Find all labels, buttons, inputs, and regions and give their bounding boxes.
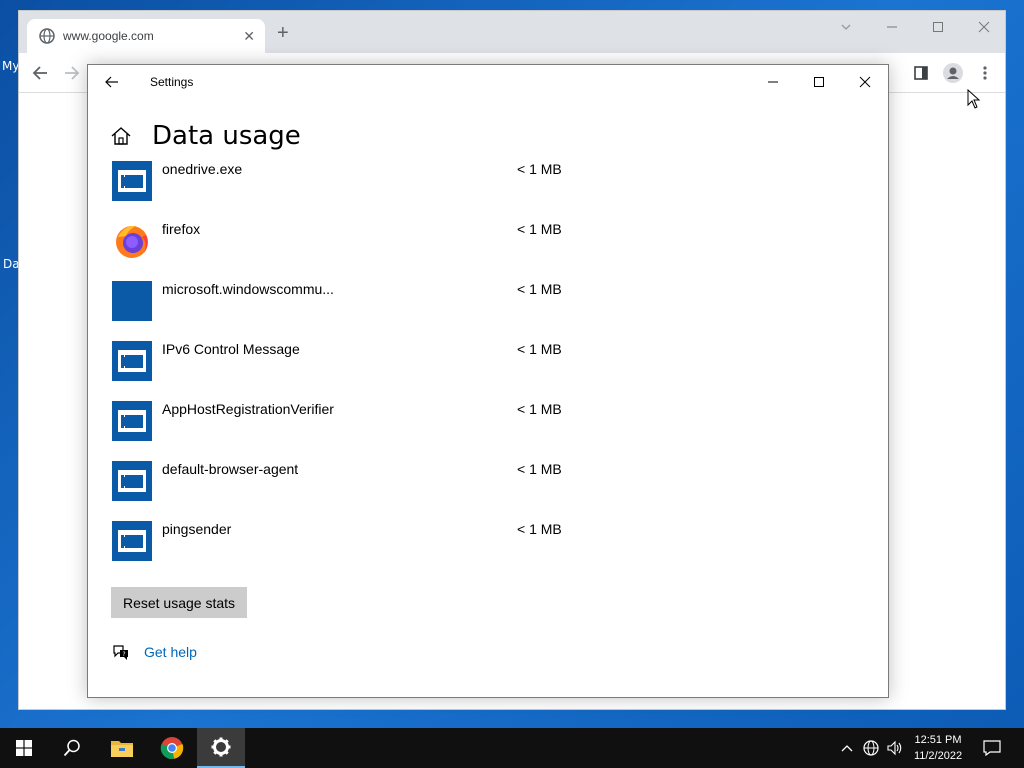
- back-arrow-icon[interactable]: [28, 61, 52, 85]
- list-item[interactable]: default-browser-agent < 1 MB: [112, 461, 592, 521]
- tab-search-chevron-icon[interactable]: [823, 11, 869, 43]
- show-hidden-icons-button[interactable]: [838, 728, 856, 768]
- app-name: microsoft.windowscommu...: [162, 281, 334, 297]
- list-item[interactable]: firefox < 1 MB: [112, 221, 592, 281]
- search-icon: [63, 739, 80, 757]
- gear-icon: [211, 737, 231, 757]
- chrome-minimize-button[interactable]: [869, 11, 915, 43]
- desktop-icon-label: My: [2, 59, 20, 73]
- get-help-row[interactable]: ? Get help: [112, 643, 197, 661]
- app-usage-value: < 1 MB: [517, 461, 562, 477]
- app-name: onedrive.exe: [162, 161, 243, 177]
- app-usage-value: < 1 MB: [517, 281, 562, 297]
- search-button[interactable]: [48, 728, 96, 768]
- chrome-maximize-button[interactable]: [915, 11, 961, 43]
- notification-icon: [983, 740, 1001, 756]
- blank-app-icon: [112, 281, 152, 321]
- new-tab-button[interactable]: +: [277, 23, 289, 43]
- app-name: default-browser-agent: [162, 461, 299, 477]
- chevron-up-icon: [841, 745, 853, 752]
- maximize-button[interactable]: [796, 65, 842, 99]
- app-usage-value: < 1 MB: [517, 521, 562, 537]
- generic-app-icon: [112, 341, 152, 381]
- action-center-button[interactable]: [972, 728, 1012, 768]
- windows-logo-icon: [16, 740, 32, 756]
- app-usage-value: < 1 MB: [517, 221, 562, 237]
- tab-close-icon[interactable]: ✕: [243, 28, 255, 45]
- reset-usage-stats-button[interactable]: Reset usage stats: [111, 587, 247, 618]
- profile-avatar-icon[interactable]: [941, 61, 965, 85]
- app-name: pingsender: [162, 521, 232, 537]
- close-button[interactable]: [842, 65, 888, 99]
- network-button[interactable]: [860, 728, 882, 768]
- get-help-link[interactable]: Get help: [144, 644, 197, 660]
- minimize-button[interactable]: [750, 65, 796, 99]
- settings-title-bar: Settings: [88, 65, 888, 99]
- generic-app-icon: [112, 461, 152, 501]
- globe-network-icon: [863, 740, 879, 756]
- forward-arrow-icon[interactable]: [60, 61, 84, 85]
- tab-title: www.google.com: [63, 29, 154, 43]
- settings-window: Settings Data usage onedrive.exe < 1 MB: [87, 64, 889, 698]
- browser-tab[interactable]: www.google.com ✕: [27, 19, 265, 53]
- svg-text:?: ?: [122, 651, 125, 658]
- app-name: firefox: [162, 221, 201, 237]
- clock-date: 11/2/2022: [913, 750, 963, 762]
- start-button[interactable]: [0, 728, 48, 768]
- window-title: Settings: [150, 75, 194, 89]
- app-name: IPv6 Control Message: [162, 341, 300, 357]
- taskbar-clock[interactable]: 12:51 PM 11/2/2022: [908, 732, 968, 764]
- clock-time: 12:51 PM: [914, 734, 962, 746]
- firefox-icon: [116, 225, 148, 258]
- app-usage-value: < 1 MB: [517, 341, 562, 357]
- speaker-icon: [887, 740, 902, 756]
- back-arrow-icon[interactable]: [102, 72, 122, 92]
- folder-icon: [111, 741, 133, 757]
- app-usage-value: < 1 MB: [517, 401, 562, 417]
- taskbar: 12:51 PM 11/2/2022: [0, 728, 1024, 768]
- list-item[interactable]: AppHostRegistrationVerifier < 1 MB: [112, 401, 592, 461]
- more-menu-icon[interactable]: [973, 61, 997, 85]
- chrome-tab-bar: www.google.com ✕ +: [19, 11, 1005, 53]
- app-usage-value: < 1 MB: [517, 161, 562, 177]
- generic-app-icon: [112, 401, 152, 441]
- chrome-taskbar-button[interactable]: [148, 728, 196, 768]
- file-explorer-button[interactable]: [98, 728, 146, 768]
- globe-icon: [39, 28, 55, 44]
- app-name: AppHostRegistrationVerifier: [162, 401, 334, 417]
- list-item[interactable]: pingsender < 1 MB: [112, 521, 592, 581]
- help-chat-icon: ?: [113, 645, 128, 660]
- list-item[interactable]: IPv6 Control Message < 1 MB: [112, 341, 592, 401]
- chrome-icon: [160, 737, 184, 760]
- settings-taskbar-button[interactable]: [197, 728, 245, 768]
- page-header: Data usage: [110, 121, 301, 151]
- home-icon[interactable]: [110, 125, 132, 147]
- side-panel-icon[interactable]: [909, 61, 933, 85]
- mouse-cursor-icon: [967, 89, 981, 109]
- volume-button[interactable]: [884, 728, 906, 768]
- generic-app-icon: [112, 161, 152, 201]
- chrome-close-button[interactable]: [961, 11, 1007, 43]
- app-usage-list: onedrive.exe < 1 MB firefox < 1 MB micro…: [112, 161, 592, 581]
- generic-app-icon: [112, 521, 152, 561]
- page-title: Data usage: [152, 121, 301, 151]
- list-item[interactable]: onedrive.exe < 1 MB: [112, 161, 592, 221]
- list-item[interactable]: microsoft.windowscommu... < 1 MB: [112, 281, 592, 341]
